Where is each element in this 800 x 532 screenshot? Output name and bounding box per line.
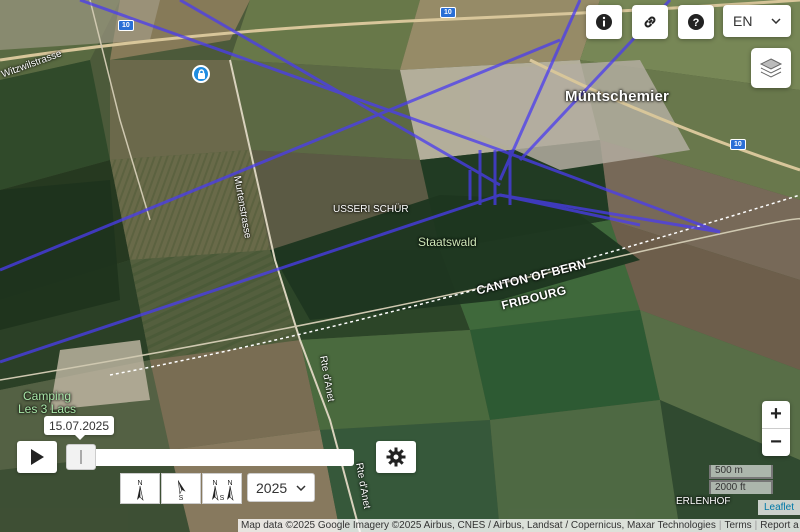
chevron-down-icon [296,484,306,491]
route-badge-right: 10 [730,139,746,150]
language-select[interactable]: EN [723,5,791,37]
compass-both-icon: N S N [212,480,234,502]
chevron-down-icon [771,18,781,24]
help-icon: ? [688,14,704,30]
town-label: Müntschemier [565,88,670,105]
layers-button[interactable] [751,48,791,88]
compass-south-icon: S [177,479,186,502]
view-both-button[interactable]: N S N [202,473,242,504]
year-select[interactable]: 2025 [247,473,315,502]
zoom-in-button[interactable]: + [762,401,790,428]
locality-label: USSERI SCHÜR [333,204,409,215]
info-button[interactable] [586,5,622,39]
settings-button[interactable] [376,441,416,473]
info-icon [596,14,612,30]
compass-label-n1: N [137,480,142,487]
scale-bar: 500 m 2000 ft [709,465,773,494]
help-button[interactable]: ? [678,5,714,39]
report-error-link[interactable]: Report a map error [757,520,800,531]
camping-label-line2: Les 3 Lacs [18,402,77,416]
zoom-control: + − [762,401,790,456]
link-icon [644,16,656,28]
date-tooltip: 15.07.2025 [44,416,114,440]
link-button[interactable] [632,5,668,39]
timeline-slider-handle[interactable] [66,444,96,470]
timeline-slider[interactable] [66,449,354,466]
camping-label: Camping Les 3 Lacs [18,390,76,416]
terms-link[interactable]: Terms [721,520,754,531]
compass-label-n3: N [227,480,232,487]
lock-icon [197,69,205,79]
view-north-button[interactable]: N [120,473,160,504]
compass-label-s1: S [179,495,184,502]
forest-label: Staatswald [418,235,477,249]
scale-metric: 500 m [709,465,773,479]
view-south-button[interactable]: S [161,473,201,504]
route-badge-left: 10 [118,20,134,31]
gear-icon [386,447,406,467]
compass-label-s2: S [220,495,225,502]
scale-imperial: 2000 ft [709,480,773,494]
compass-north-icon: N [137,480,144,501]
svg-text:?: ? [693,17,700,29]
language-value: EN [733,13,753,29]
leaflet-link[interactable]: Leaflet [757,500,800,515]
route-badge-top: 10 [440,7,456,18]
layers-icon [759,58,783,78]
zoom-out-button[interactable]: − [762,428,790,456]
play-icon [31,449,44,465]
year-value: 2025 [256,479,288,496]
play-button[interactable] [17,441,57,473]
compass-label-n2: N [212,480,217,487]
poi-marker[interactable] [192,65,210,83]
erlenhof-label: ERLENHOF [676,496,731,507]
attribution-bar: Map data ©2025 Google Imagery ©2025 Airb… [238,519,800,532]
attribution-text: Map data ©2025 Google Imagery ©2025 Airb… [241,520,716,531]
